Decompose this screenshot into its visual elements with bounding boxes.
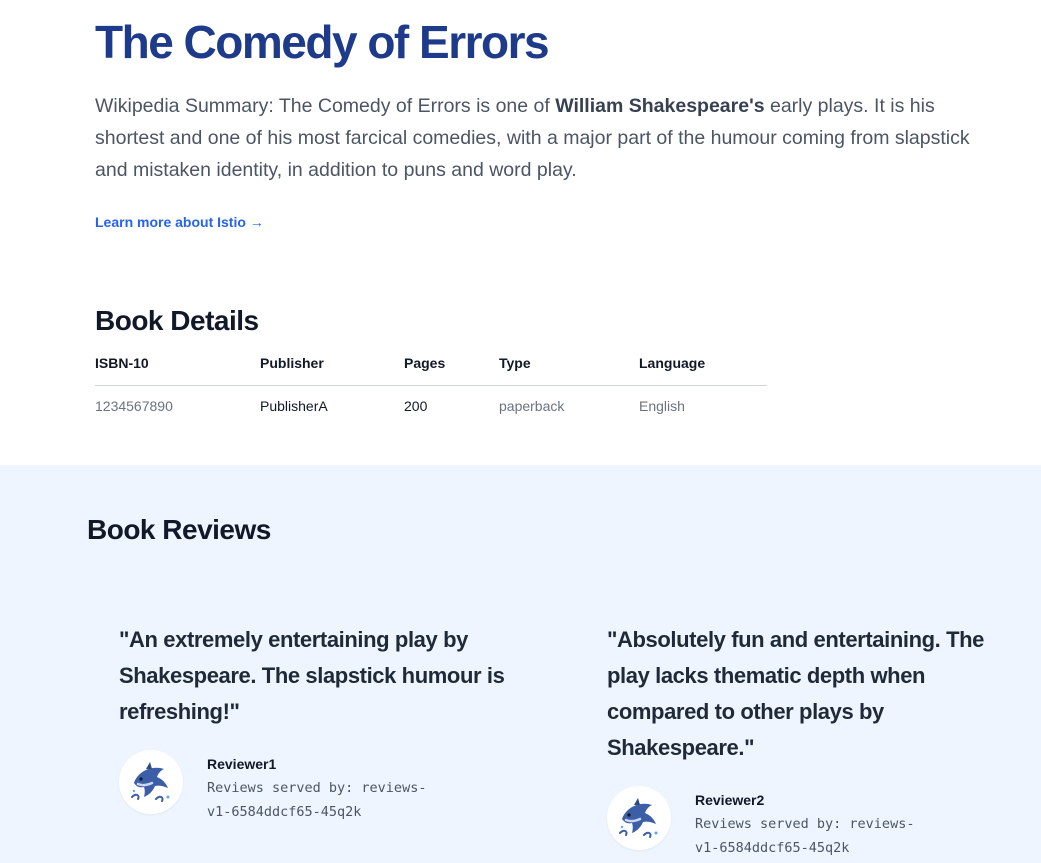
- reviewer-info: Reviewer1 Reviews served by: reviews-v1-…: [207, 750, 447, 824]
- summary-author: William Shakespeare's: [555, 95, 765, 117]
- column-header-language: Language: [639, 349, 767, 386]
- details-table: ISBN-10 Publisher Pages Type Language 12…: [95, 349, 767, 426]
- cell-pages: 200: [404, 398, 428, 414]
- reviews-heading: Book Reviews: [87, 514, 271, 545]
- page-title: The Comedy of Errors: [95, 16, 550, 68]
- review-author: Reviewer2 Reviews served by: reviews-v1-…: [607, 786, 1007, 860]
- review-author: Reviewer1 Reviews served by: reviews-v1-…: [119, 750, 539, 824]
- product-hero: The Comedy of Errors Wikipedia Summary: …: [95, 0, 1015, 232]
- reviewer-name: Reviewer1: [207, 756, 277, 772]
- served-by-text: Reviews served by: reviews-v1-6584ddcf65…: [207, 780, 427, 820]
- details-heading: Book Details: [95, 305, 259, 336]
- column-header-type: Type: [499, 349, 639, 386]
- column-header-publisher: Publisher: [260, 349, 404, 386]
- learn-more-link[interactable]: Learn more about Istio →: [95, 214, 264, 230]
- summary-prefix: Wikipedia Summary: The Comedy of Errors …: [95, 95, 556, 117]
- column-header-isbn: ISBN-10: [95, 349, 260, 386]
- cell-type: paperback: [499, 398, 565, 414]
- reviewer-name: Reviewer2: [695, 792, 765, 808]
- column-header-pages: Pages: [404, 349, 499, 386]
- cell-language: English: [639, 398, 685, 414]
- product-summary: Wikipedia Summary: The Comedy of Errors …: [95, 90, 995, 186]
- table-row: 1234567890 PublisherA 200 paperback Engl…: [95, 386, 767, 427]
- served-by-text: Reviews served by: reviews-v1-6584ddcf65…: [695, 816, 915, 856]
- dolphin-icon: [119, 750, 183, 814]
- cell-isbn: 1234567890: [95, 398, 173, 414]
- cell-publisher: PublisherA: [260, 398, 328, 414]
- review-card: "Absolutely fun and entertaining. The pl…: [607, 622, 1007, 860]
- book-details: Book Details ISBN-10 Publisher Pages Typ…: [95, 305, 767, 426]
- review-card: "An extremely entertaining play by Shake…: [119, 622, 539, 824]
- details-header-row: ISBN-10 Publisher Pages Type Language: [95, 349, 767, 386]
- review-text: "An extremely entertaining play by Shake…: [119, 627, 505, 724]
- reviewer-info: Reviewer2 Reviews served by: reviews-v1-…: [695, 786, 935, 860]
- review-text: "Absolutely fun and entertaining. The pl…: [607, 627, 984, 760]
- dolphin-icon: [607, 786, 671, 850]
